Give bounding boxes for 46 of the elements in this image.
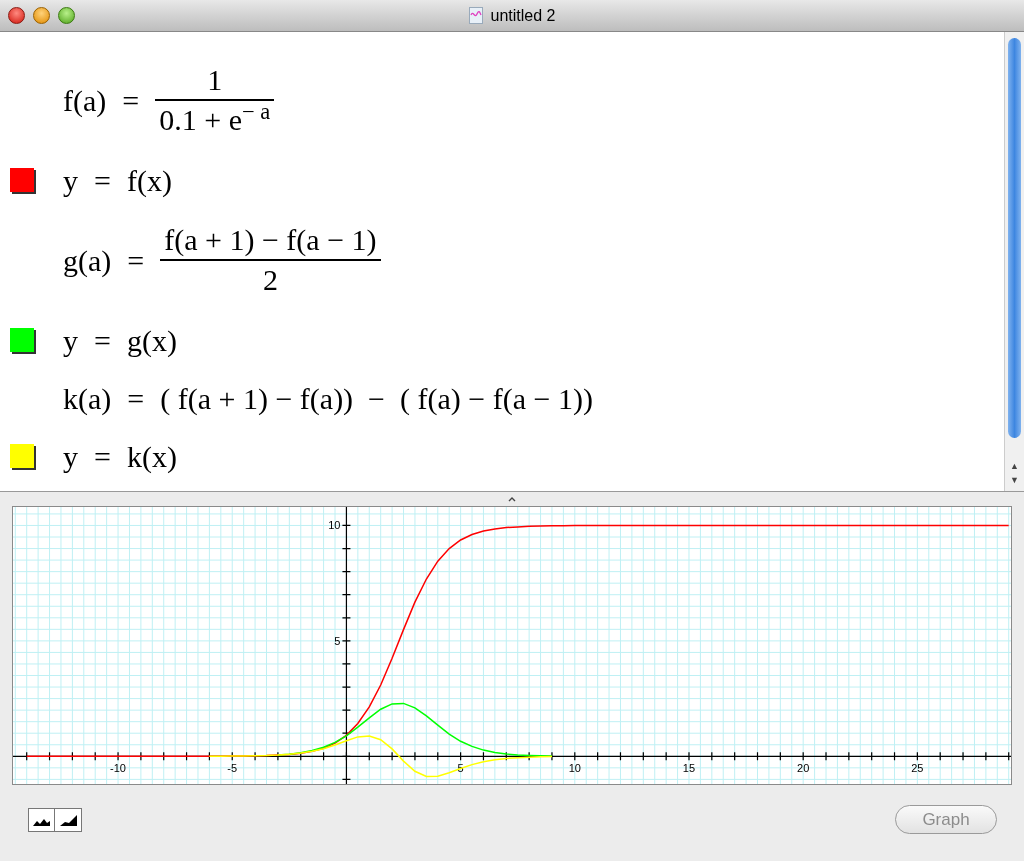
zoom-button[interactable] [58, 7, 75, 24]
equation-lhs: g(a) [63, 242, 112, 279]
equals-sign: = [122, 82, 140, 119]
equals-sign: = [127, 380, 145, 417]
x-tick-label: 25 [911, 762, 924, 775]
close-button[interactable] [8, 7, 25, 24]
y-tick-label: 5 [334, 634, 341, 647]
scrollbar[interactable]: ▲ ▼ [1004, 32, 1024, 491]
x-tick-label: -5 [227, 762, 238, 775]
x-tick-label: 20 [797, 762, 810, 775]
graph-style-button[interactable] [28, 808, 55, 832]
equals-sign: = [127, 242, 145, 279]
document-icon [468, 7, 483, 24]
x-tick-label: 10 [568, 762, 581, 775]
equation-lhs: y [63, 322, 78, 359]
x-tick-label: 5 [457, 762, 464, 775]
scroll-up-arrow[interactable]: ▲ [1005, 459, 1024, 473]
x-tick-label: 15 [682, 762, 696, 775]
equals-sign: = [94, 322, 111, 359]
equation-lhs: k(a) [63, 380, 112, 417]
color-swatch[interactable] [10, 328, 34, 352]
equation-lhs: f(a) [63, 82, 107, 119]
equation-rhs: f(x) [126, 162, 172, 199]
denominator: 2 [261, 261, 279, 298]
window-title: untitled 2 [490, 5, 556, 26]
splitter-handle-icon[interactable] [508, 496, 516, 502]
equals-sign: = [94, 162, 111, 199]
scroll-thumb[interactable] [1008, 38, 1021, 438]
equation-lhs: y [63, 438, 78, 475]
numerator: f(a + 1) − f(a − 1) [163, 222, 378, 259]
numerator: 1 [206, 62, 224, 99]
y-tick-label: 10 [328, 519, 341, 532]
equation-lhs: y [63, 162, 78, 199]
scroll-down-arrow[interactable]: ▼ [1005, 473, 1024, 487]
equals-sign: = [94, 438, 111, 475]
color-swatch[interactable] [10, 444, 34, 468]
color-swatch[interactable] [10, 168, 34, 192]
x-tick-label: -10 [110, 762, 126, 775]
area-chart-icon [59, 815, 77, 826]
minimize-button[interactable] [33, 7, 50, 24]
mountain-icon [33, 818, 50, 826]
denominator: 0.1 + e$^{− a}$ [158, 100, 272, 138]
equation-rhs: g(x) [126, 322, 177, 359]
equation-rhs: k(x) [126, 438, 177, 475]
graph-style-button[interactable] [55, 808, 82, 832]
equation-rhs: ( f(a + 1) − f(a)) − ( f(a) − f(a − 1)) [160, 380, 593, 417]
